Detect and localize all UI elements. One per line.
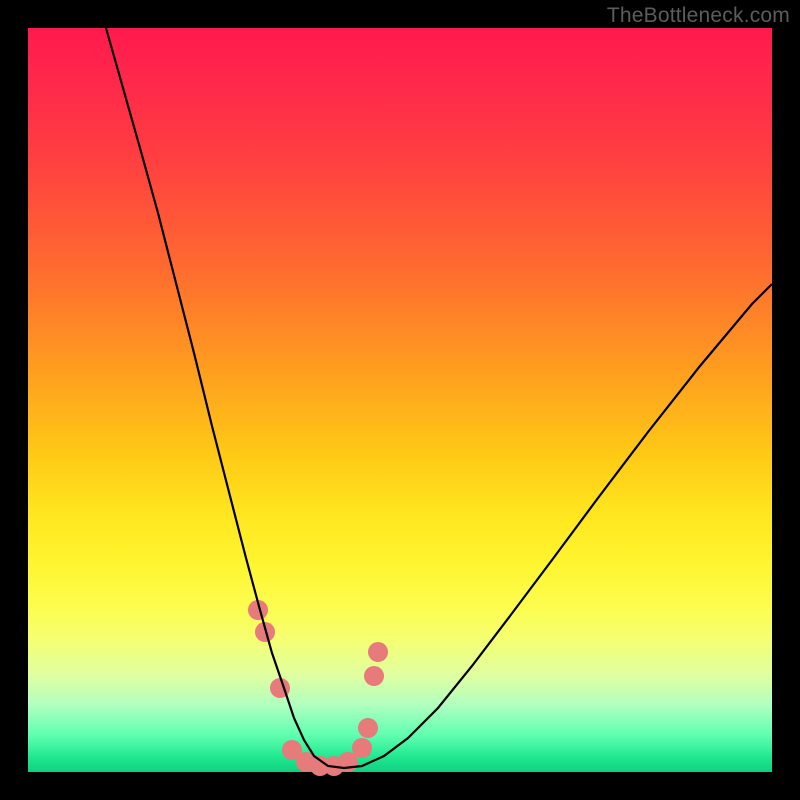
- highlight-dot: [364, 666, 384, 686]
- highlight-dot: [368, 642, 388, 662]
- highlight-dot: [358, 718, 378, 738]
- watermark-text: TheBottleneck.com: [607, 4, 790, 28]
- chart-svg: [28, 28, 772, 772]
- marker-group: [248, 600, 388, 776]
- plot-area: [28, 28, 772, 772]
- chart-frame: TheBottleneck.com: [0, 0, 800, 800]
- highlight-dot: [352, 738, 372, 758]
- bottleneck-curve: [106, 28, 772, 768]
